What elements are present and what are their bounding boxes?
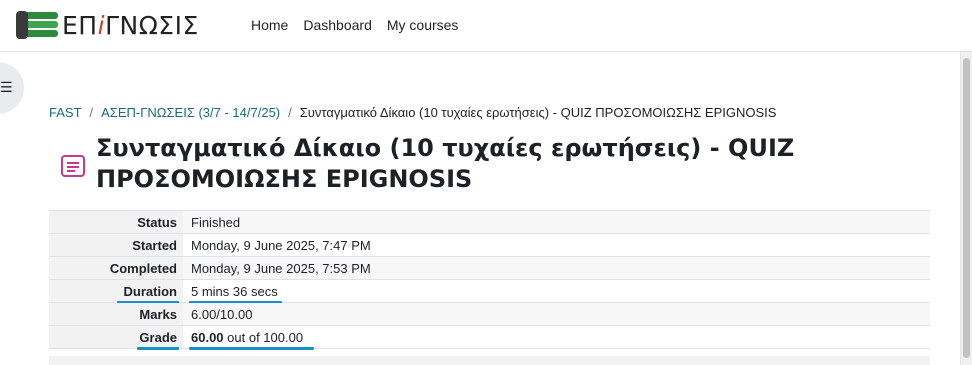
table-row: Status Finished <box>49 210 930 234</box>
table-row: Completed Monday, 9 June 2025, 7:53 PM <box>49 256 930 280</box>
marks-value: 6.00/10.00 <box>183 302 930 326</box>
table-row: Started Monday, 9 June 2025, 7:47 PM <box>49 233 930 257</box>
highlight-underline <box>137 347 179 350</box>
duration-label-cell: Duration <box>49 279 183 304</box>
grade-label-cell: Grade <box>49 325 183 350</box>
duration-value: 5 mins 36 secs <box>191 283 278 299</box>
marks-label: Marks <box>49 302 183 326</box>
course-index-toggle[interactable]: ☰ <box>0 62 24 114</box>
table-row: Duration 5 mins 36 secs <box>49 279 930 304</box>
grade-value-cell: 60.00 out of 100.00 <box>183 325 930 350</box>
started-value: Monday, 9 June 2025, 7:47 PM <box>183 233 930 257</box>
quiz-icon <box>61 155 85 177</box>
breadcrumb-fast[interactable]: FAST <box>49 105 82 120</box>
nav-my-courses[interactable]: My courses <box>387 17 459 33</box>
table-row: Grade 60.00 out of 100.00 <box>49 325 930 350</box>
highlight-underline <box>189 347 314 350</box>
primary-nav: Home Dashboard My courses <box>251 17 458 33</box>
started-label: Started <box>49 233 183 257</box>
grade-score: 60.00 <box>191 329 224 345</box>
scrollbar[interactable] <box>960 52 972 365</box>
completed-label: Completed <box>49 256 183 280</box>
completed-value: Monday, 9 June 2025, 7:53 PM <box>183 256 930 280</box>
duration-label: Duration <box>123 283 177 299</box>
grade-out-of: out of 100.00 <box>223 329 304 345</box>
logo-mark-icon <box>16 11 60 39</box>
status-value: Finished <box>183 210 930 234</box>
duration-value-cell: 5 mins 36 secs <box>183 279 930 304</box>
quiz-summary-table: Status Finished Started Monday, 9 June 2… <box>49 210 930 350</box>
grade-label: Grade <box>139 329 177 345</box>
breadcrumb-current: Συνταγματικό Δίκαιο (10 τυχαίες ερωτήσει… <box>299 105 777 120</box>
breadcrumb-course[interactable]: ΑΣΕΠ-ΓΝΩΣΕΙΣ (3/7 - 14/7/25) <box>101 105 280 120</box>
table-row: Marks 6.00/10.00 <box>49 302 930 326</box>
hamburger-icon: ☰ <box>0 79 13 95</box>
status-label: Status <box>49 210 183 234</box>
next-section-edge <box>49 356 930 365</box>
site-name: ΕΠiΓΝΩΣΙΣ <box>62 10 199 40</box>
scrollbar-thumb[interactable] <box>963 58 970 358</box>
page-title: Συνταγματικό Δίκαιο (10 τυχαίες ερωτήσει… <box>96 134 795 193</box>
nav-home[interactable]: Home <box>251 17 288 33</box>
breadcrumb: FAST / ΑΣΕΠ-ΓΝΩΣΕΙΣ (3/7 - 14/7/25) / Συ… <box>49 105 777 120</box>
site-logo[interactable]: ΕΠiΓΝΩΣΙΣ <box>16 9 199 41</box>
navbar: ΕΠiΓΝΩΣΙΣ Home Dashboard My courses <box>0 0 972 52</box>
nav-dashboard[interactable]: Dashboard <box>303 17 372 33</box>
